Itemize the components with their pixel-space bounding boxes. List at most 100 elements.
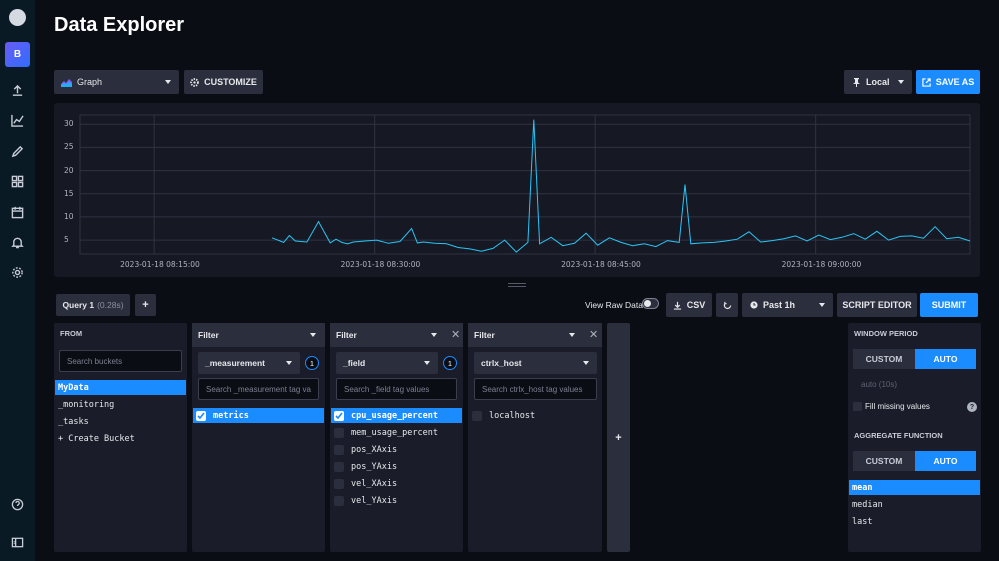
view-raw-label: View Raw Data: [585, 300, 643, 310]
search-tag-values-input[interactable]: Search ctrlx_host tag values: [474, 378, 597, 400]
window-custom-button[interactable]: CUSTOM: [853, 349, 915, 369]
filter-header-dropdown[interactable]: Filter: [330, 323, 463, 347]
chevron-down-icon: [431, 333, 437, 337]
help-icon[interactable]: [7, 495, 28, 513]
chevron-down-icon: [310, 333, 316, 337]
selected-count-badge: 1: [305, 356, 319, 370]
pin-icon: [853, 77, 860, 87]
chevron-down-icon: [819, 303, 825, 307]
notebook-icon[interactable]: [7, 142, 28, 160]
aggregate-function-item[interactable]: mean: [849, 480, 980, 495]
search-tag-values-input[interactable]: Search _measurement tag va: [198, 378, 319, 400]
logo-icon[interactable]: [9, 9, 26, 26]
submit-button[interactable]: SUBMIT: [920, 293, 978, 317]
export-icon: [922, 77, 931, 87]
tag-value-item[interactable]: localhost: [469, 408, 600, 423]
collapse-nav-icon[interactable]: [7, 533, 28, 551]
line-chart: [79, 114, 971, 255]
time-range-dropdown[interactable]: Past 1h: [742, 293, 833, 317]
page-title: Data Explorer: [54, 14, 185, 36]
tag-value-item[interactable]: vel_XAxis: [331, 476, 462, 491]
y-tick-label: 5: [64, 235, 69, 245]
download-icon: [673, 301, 681, 310]
aggregate-panel: WINDOW PERIOD CUSTOM AUTO auto (10s) Fil…: [848, 323, 981, 552]
create-bucket-link[interactable]: + Create Bucket: [55, 431, 186, 446]
checkbox-icon: [334, 461, 344, 472]
settings-icon[interactable]: [7, 263, 28, 281]
filter-panel: Filter ✕ ctrlx_host Search ctrlx_host ta…: [468, 323, 602, 552]
query-tab[interactable]: Query 1 (0.28s): [56, 294, 130, 316]
upload-icon[interactable]: [7, 81, 28, 99]
x-tick-label: 2023-01-18 09:00:00: [781, 260, 862, 269]
filter-panel: Filter ✕ _field 1 Search _field tag valu…: [330, 323, 463, 552]
timezone-dropdown[interactable]: Local: [844, 70, 912, 94]
x-tick-label: 2023-01-18 08:30:00: [340, 260, 421, 269]
tasks-icon[interactable]: [7, 203, 28, 221]
customize-button[interactable]: CUSTOMIZE: [184, 70, 263, 94]
aggregate-function-item[interactable]: last: [849, 514, 980, 529]
checkbox-icon: [334, 478, 344, 489]
add-query-button[interactable]: +: [135, 294, 156, 316]
dashboards-icon[interactable]: [7, 172, 28, 190]
tag-value-item[interactable]: vel_YAxis: [331, 493, 462, 508]
tag-key-dropdown[interactable]: _field: [336, 352, 438, 374]
chevron-down-icon: [583, 361, 589, 365]
help-icon[interactable]: ?: [967, 402, 977, 412]
checkbox-icon: [472, 410, 482, 421]
remove-filter-icon[interactable]: ✕: [589, 328, 598, 341]
tag-value-item[interactable]: pos_XAxis: [331, 442, 462, 457]
script-editor-button[interactable]: SCRIPT EDITOR: [837, 293, 917, 317]
tag-key-dropdown[interactable]: _measurement: [198, 352, 300, 374]
aggregate-custom-button[interactable]: CUSTOM: [853, 451, 915, 471]
view-type-dropdown[interactable]: Graph: [54, 70, 179, 94]
bucket-item[interactable]: _monitoring: [55, 397, 186, 412]
from-panel: FROM Search buckets MyData _monitoring _…: [54, 323, 187, 552]
y-tick-label: 25: [64, 142, 74, 152]
chevron-down-icon: [286, 361, 292, 365]
left-nav: B: [0, 0, 35, 561]
tag-value-item[interactable]: pos_YAxis: [331, 459, 462, 474]
chevron-down-icon: [165, 80, 171, 84]
remove-filter-icon[interactable]: ✕: [451, 328, 460, 341]
y-tick-label: 20: [64, 165, 74, 175]
search-tag-values-input[interactable]: Search _field tag values: [336, 378, 457, 400]
aggregate-function-item[interactable]: median: [849, 497, 980, 512]
org-avatar[interactable]: B: [5, 42, 30, 67]
gear-icon: [190, 77, 199, 87]
window-auto-hint: auto (10s): [861, 380, 898, 389]
resize-handle[interactable]: [508, 283, 526, 287]
bucket-item[interactable]: MyData: [55, 380, 186, 395]
tag-value-item[interactable]: cpu_usage_percent: [331, 408, 462, 423]
view-raw-toggle[interactable]: [642, 298, 659, 309]
plot-area: [79, 114, 971, 255]
fill-missing-label: Fill missing values: [865, 402, 930, 411]
save-as-button[interactable]: SAVE AS: [916, 70, 980, 94]
refresh-icon: [723, 301, 731, 309]
filter-header-dropdown[interactable]: Filter: [468, 323, 602, 347]
y-tick-label: 30: [64, 119, 74, 129]
add-filter-button[interactable]: +: [607, 323, 630, 552]
series-line: [271, 119, 971, 253]
chevron-down-icon: [898, 80, 904, 84]
selected-count-badge: 1: [443, 356, 457, 370]
aggregate-auto-button[interactable]: AUTO: [915, 451, 976, 471]
alerts-icon[interactable]: [7, 233, 28, 251]
window-auto-button[interactable]: AUTO: [915, 349, 976, 369]
tag-key-dropdown[interactable]: ctrlx_host: [474, 352, 597, 374]
chevron-down-icon: [569, 333, 575, 337]
tag-value-item[interactable]: mem_usage_percent: [331, 425, 462, 440]
tag-value-item[interactable]: metrics: [193, 408, 324, 423]
search-buckets-input[interactable]: Search buckets: [59, 350, 182, 372]
csv-button[interactable]: CSV: [666, 293, 712, 317]
chevron-down-icon: [424, 361, 430, 365]
filter-header-dropdown[interactable]: Filter: [192, 323, 325, 347]
data-explorer-icon[interactable]: [7, 111, 28, 129]
filter-panel: Filter _measurement 1 Search _measuremen…: [192, 323, 325, 552]
refresh-button[interactable]: [716, 293, 738, 317]
window-period-heading: WINDOW PERIOD: [854, 329, 918, 338]
bucket-item[interactable]: _tasks: [55, 414, 186, 429]
fill-missing-checkbox[interactable]: [853, 402, 862, 411]
y-tick-label: 10: [64, 211, 74, 221]
checkbox-icon: [334, 444, 344, 455]
checkbox-icon: [334, 495, 344, 506]
